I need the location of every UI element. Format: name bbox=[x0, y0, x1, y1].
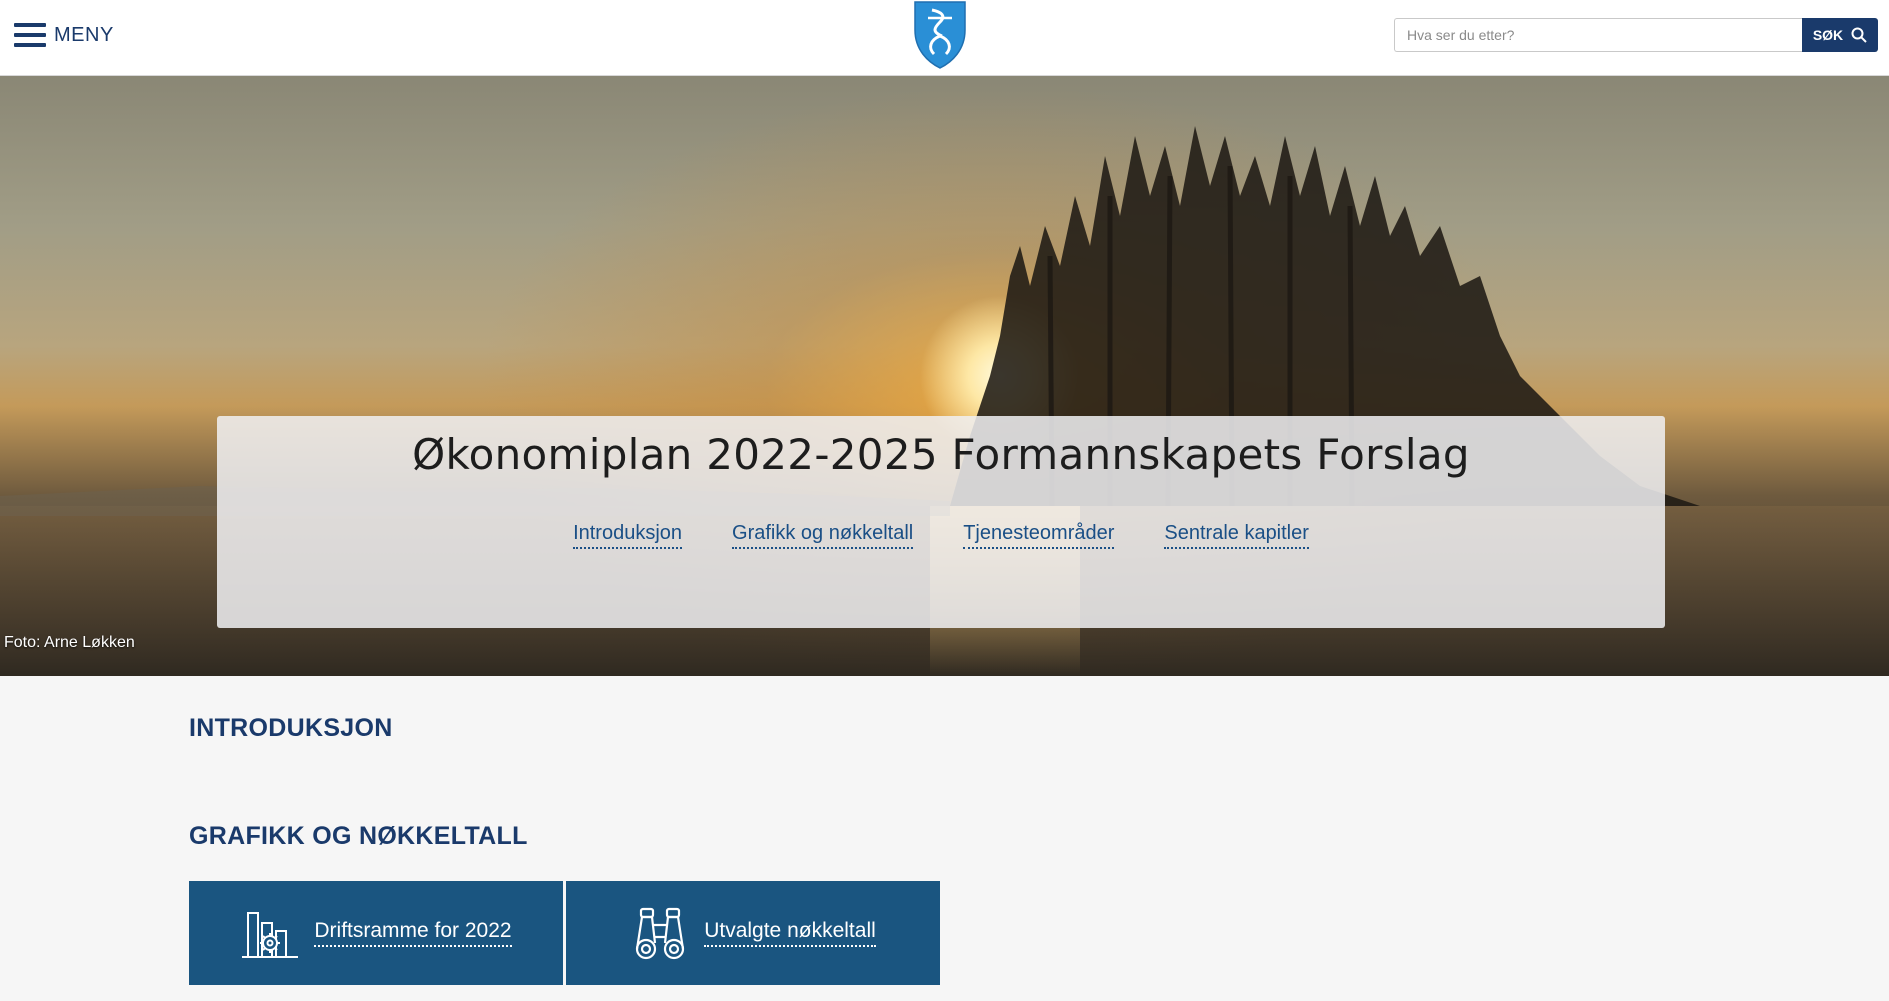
section-title-grafikk: GRAFIKK OG NØKKELTALL bbox=[189, 822, 528, 850]
tile-label: Utvalgte nøkkeltall bbox=[704, 919, 876, 947]
search-input[interactable] bbox=[1394, 18, 1802, 52]
hamburger-icon bbox=[14, 23, 46, 47]
page-title: Økonomiplan 2022-2025 Formannskapets For… bbox=[412, 430, 1470, 479]
search-button[interactable]: SØK bbox=[1802, 18, 1878, 52]
tile-utvalgte-nokkeltall[interactable]: Utvalgte nøkkeltall bbox=[566, 881, 940, 985]
section-title-introduksjon: INTRODUKSJON bbox=[189, 714, 393, 742]
municipality-crest-logo[interactable] bbox=[912, 0, 968, 70]
search-button-label: SØK bbox=[1812, 27, 1844, 43]
tile-driftsramme[interactable]: Driftsramme for 2022 bbox=[189, 881, 563, 985]
photo-credit: Foto: Arne Løkken bbox=[4, 634, 135, 651]
search-form: SØK bbox=[1394, 18, 1878, 52]
hero-card: Økonomiplan 2022-2025 Formannskapets For… bbox=[217, 416, 1665, 628]
search-icon bbox=[1851, 27, 1867, 43]
binoculars-icon bbox=[636, 907, 685, 960]
quick-link-sentrale-kapitler[interactable]: Sentrale kapitler bbox=[1164, 522, 1309, 549]
quick-link-tjenesteomrader[interactable]: Tjenesteområder bbox=[963, 522, 1115, 549]
menu-label: MENY bbox=[54, 23, 114, 46]
quick-link-grafikk[interactable]: Grafikk og nøkkeltall bbox=[732, 522, 914, 549]
key-figures-tiles: Driftsramme for 2022 Utvalgte nøkkeltall bbox=[189, 881, 940, 985]
chart-gear-icon bbox=[242, 912, 299, 958]
hero-quick-links: Introduksjon Grafikk og nøkkeltall Tjene… bbox=[217, 522, 1665, 549]
tile-label: Driftsramme for 2022 bbox=[314, 919, 512, 947]
menu-button[interactable]: MENY bbox=[14, 20, 114, 50]
site-header: MENY SØK bbox=[0, 0, 1889, 76]
quick-link-introduksjon[interactable]: Introduksjon bbox=[573, 522, 683, 549]
hero-banner: Økonomiplan 2022-2025 Formannskapets For… bbox=[0, 76, 1889, 676]
